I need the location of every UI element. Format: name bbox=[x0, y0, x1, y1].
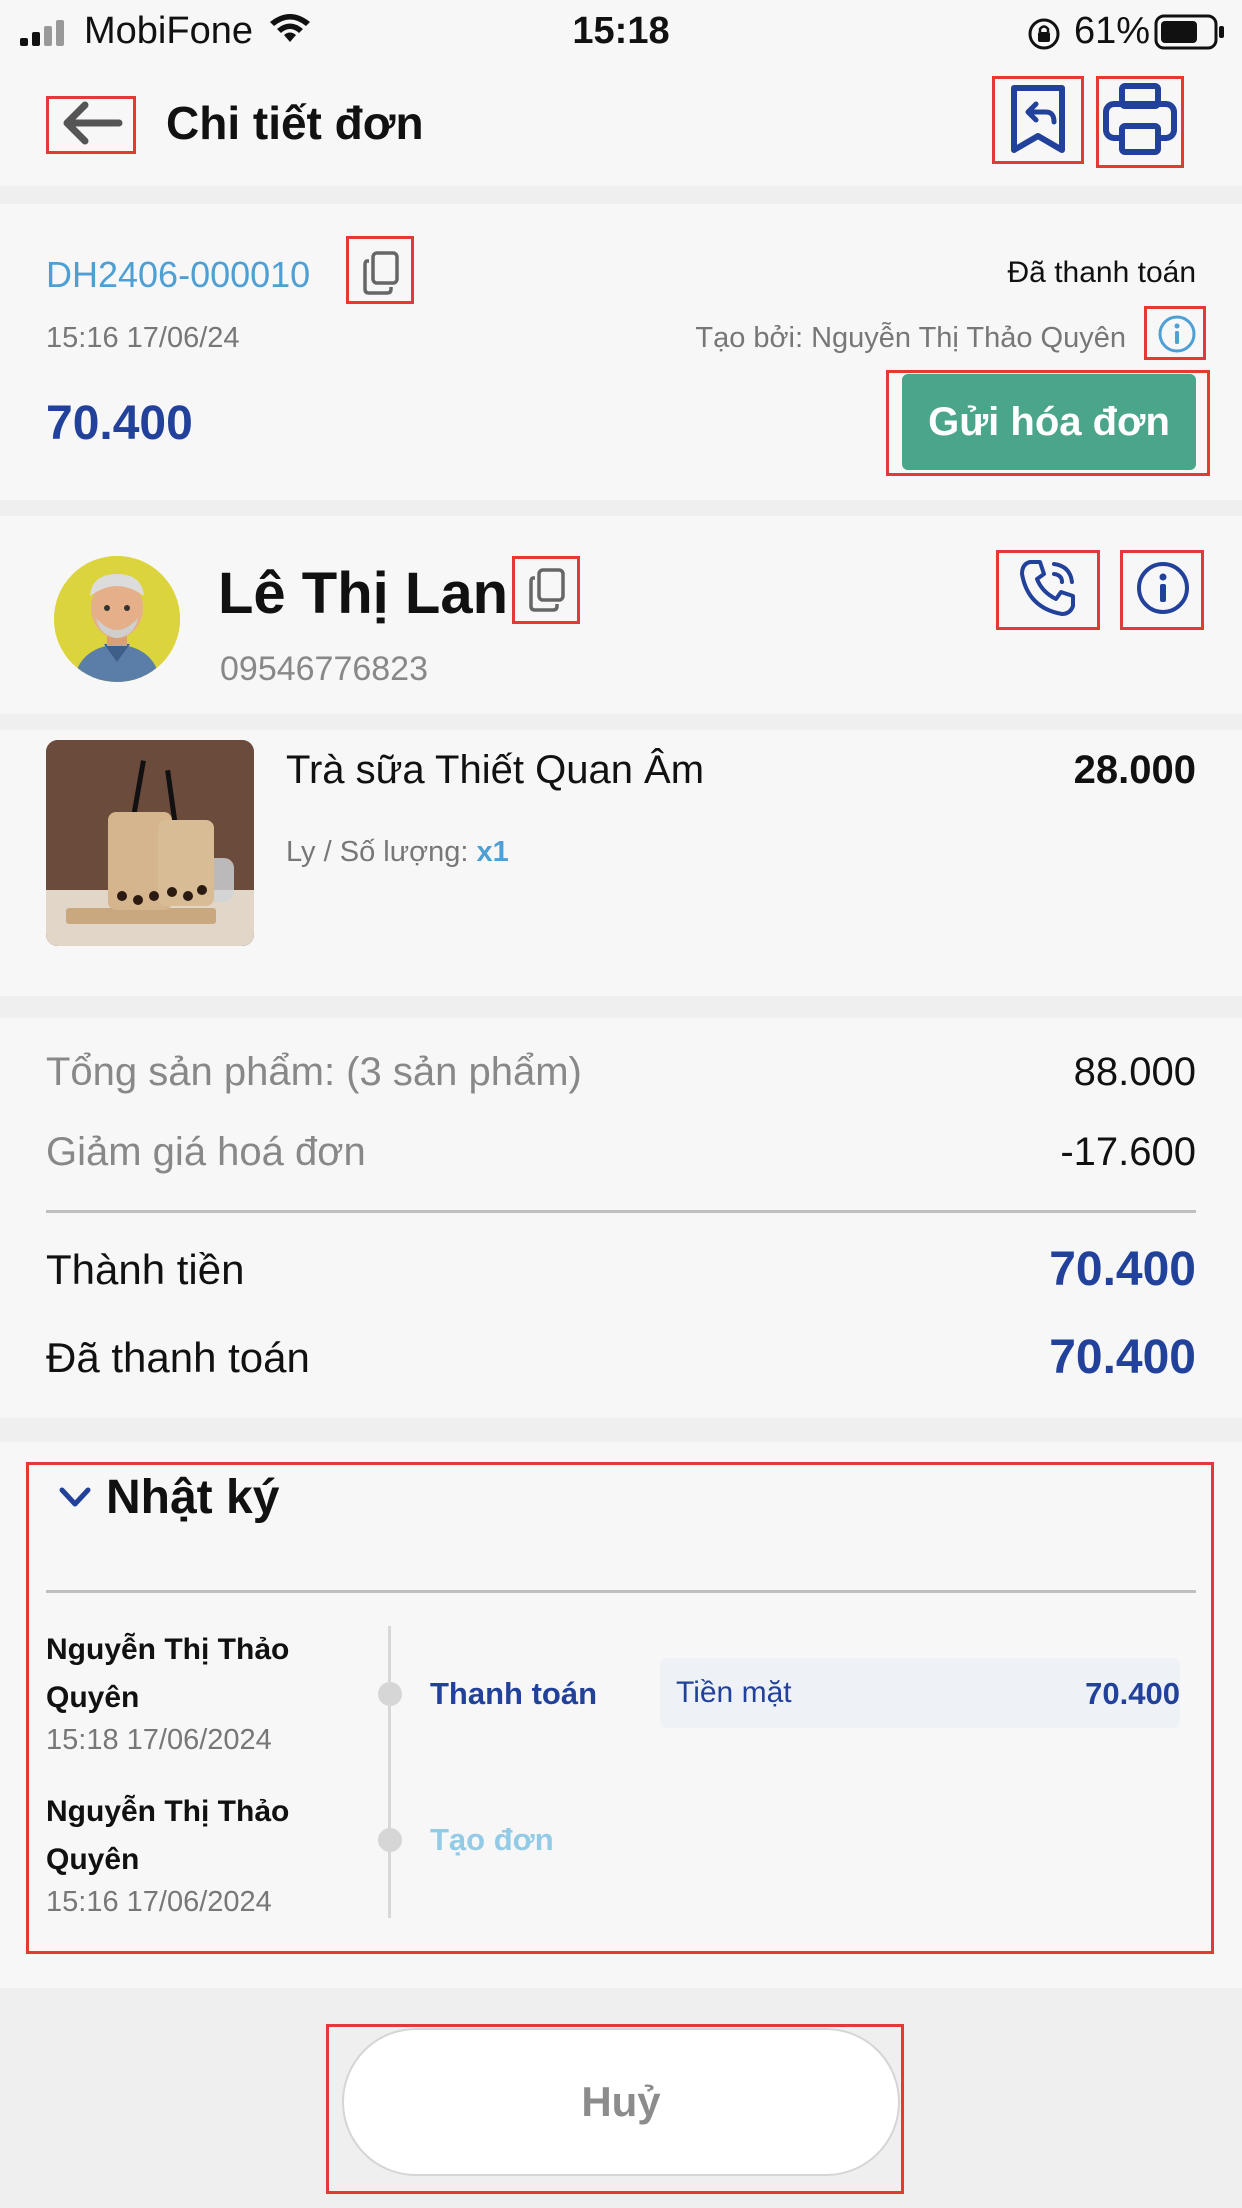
highlight-call-customer bbox=[996, 550, 1100, 630]
customer-name: Lê Thị Lan bbox=[218, 561, 508, 626]
product-name: Trà sữa Thiết Quan Âm bbox=[286, 748, 705, 792]
highlight-customer-info bbox=[1120, 550, 1204, 630]
highlight-print bbox=[1096, 76, 1184, 168]
highlight-back bbox=[46, 96, 136, 154]
highlight-copy-order-code bbox=[346, 236, 414, 304]
summary-divider bbox=[46, 1210, 1196, 1213]
grand-total-label: Thành tiền bbox=[46, 1246, 245, 1293]
order-code[interactable]: DH2406-000010 bbox=[46, 254, 310, 296]
product-qty-row: Ly / Số lượng: x1 bbox=[286, 836, 509, 869]
subtotal-label: Tổng sản phẩm: (3 sản phẩm) bbox=[46, 1050, 582, 1094]
battery-percent: 61% bbox=[1074, 10, 1151, 52]
highlight-activity-log bbox=[26, 1462, 1214, 1954]
order-created-time: 15:16 17/06/24 bbox=[46, 322, 240, 354]
paid-value: 70.400 bbox=[1049, 1331, 1196, 1384]
created-by-text: Tạo bởi: Nguyễn Thị Thảo Quyên bbox=[695, 322, 1126, 354]
highlight-creator-info bbox=[1144, 306, 1206, 360]
discount-label: Giảm giá hoá đơn bbox=[46, 1130, 366, 1174]
product-qty: x1 bbox=[476, 836, 509, 868]
customer-phone: 09546776823 bbox=[220, 650, 429, 688]
log-entry: Nguyễn Thị Thảo Quyên 15:16 17/06/2024 T… bbox=[0, 1442, 1242, 1918]
order-summary: Tổng sản phẩm: (3 sản phẩm) 88.000 Giảm … bbox=[0, 1018, 1242, 1418]
product-list: Trà sữa Thiết Quan Âm 28.000 Ly / Số lượ… bbox=[0, 730, 1242, 996]
discount-value: -17.600 bbox=[1060, 1130, 1196, 1174]
product-price: 28.000 bbox=[1073, 748, 1196, 792]
page-title: Chi tiết đơn bbox=[166, 97, 424, 149]
paid-label: Đã thanh toán bbox=[46, 1334, 310, 1381]
battery-icon bbox=[1154, 14, 1226, 55]
status-bar: MobiFone 15:18 61% bbox=[0, 0, 1242, 62]
grand-total-value: 70.400 bbox=[1049, 1243, 1196, 1296]
payment-status: Đã thanh toán bbox=[1007, 256, 1196, 289]
list-item[interactable]: Trà sữa Thiết Quan Âm 28.000 Ly / Số lượ… bbox=[0, 730, 1242, 996]
subtotal-value: 88.000 bbox=[1073, 1050, 1196, 1094]
orientation-lock-icon bbox=[1026, 16, 1062, 57]
product-qty-label: Ly / Số lượng: bbox=[286, 836, 477, 868]
highlight-copy-customer-name bbox=[512, 556, 580, 624]
highlight-return-order bbox=[992, 76, 1084, 164]
highlight-send-invoice bbox=[886, 370, 1210, 476]
customer-avatar bbox=[54, 556, 180, 682]
order-total: 70.400 bbox=[46, 397, 193, 450]
product-image bbox=[46, 740, 254, 946]
highlight-cancel bbox=[326, 2024, 904, 2194]
